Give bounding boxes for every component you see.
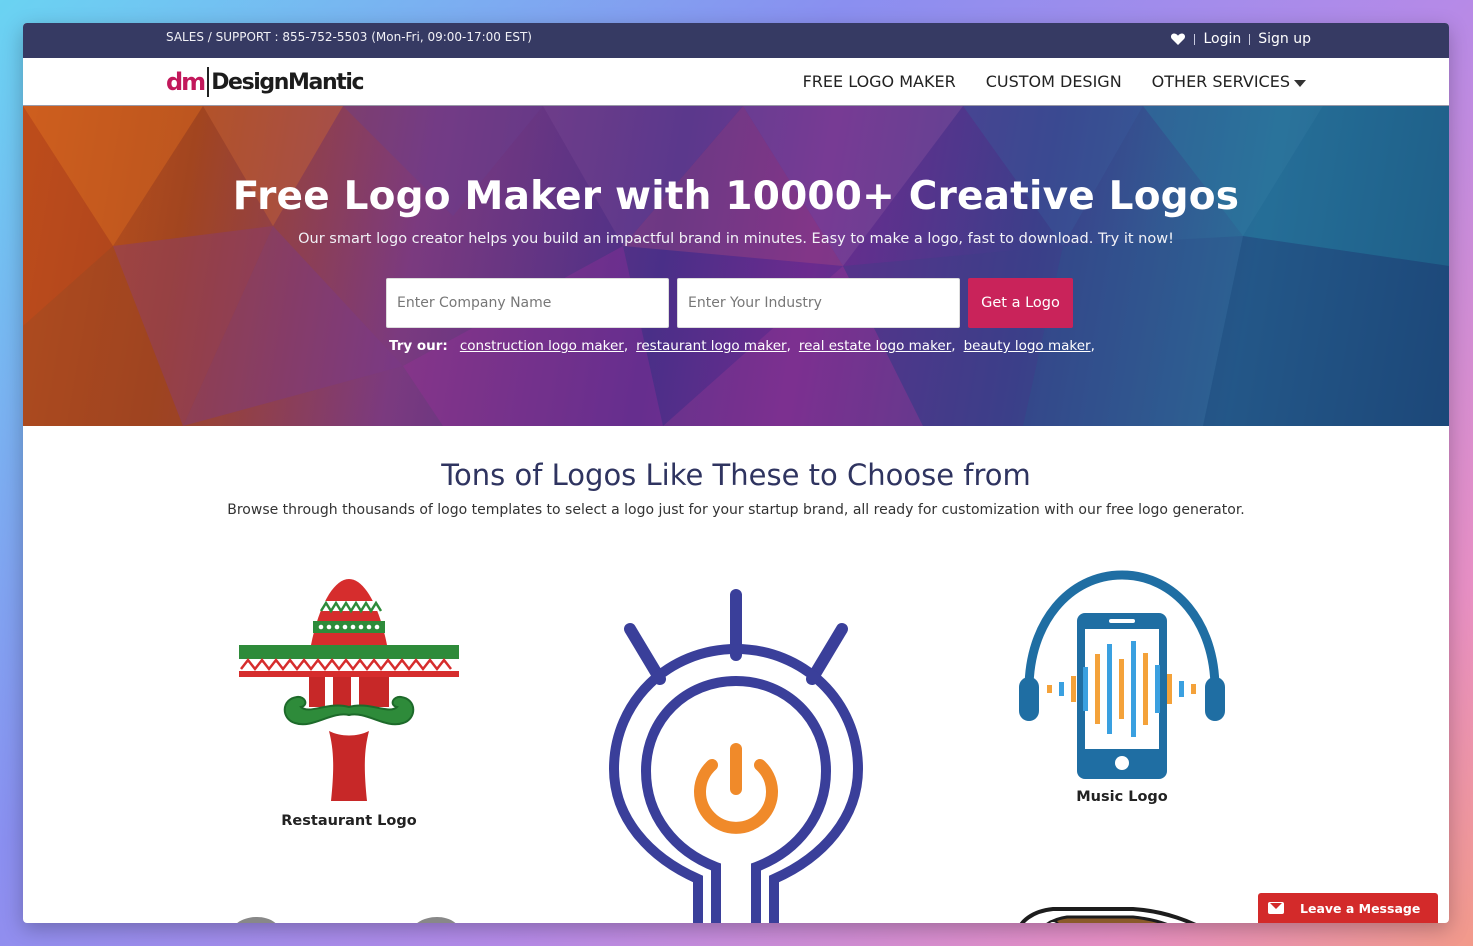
caret-down-icon bbox=[1294, 79, 1306, 87]
try-our-label: Try our: bbox=[389, 338, 448, 354]
leave-message-label: Leave a Message bbox=[1300, 900, 1421, 916]
section-title: Tons of Logos Like These to Choose from bbox=[441, 458, 1031, 492]
logos-section: Tons of Logos Like These to Choose from … bbox=[23, 458, 1449, 518]
construction-logo-maker-link[interactable]: construction logo maker bbox=[460, 338, 624, 354]
nav-free-logo-maker-label: FREE LOGO MAKER bbox=[802, 72, 956, 91]
company-name-input[interactable] bbox=[386, 278, 669, 328]
top-bar: SALES / SUPPORT : 855-752-5503 (Mon-Fri,… bbox=[23, 23, 1449, 58]
sound-bar bbox=[1131, 641, 1136, 737]
sound-bar bbox=[1095, 654, 1100, 724]
logo-divider bbox=[207, 67, 210, 97]
hero-title: Free Logo Maker with 10000+ Creative Log… bbox=[232, 174, 1240, 219]
main-navbar: dm DesignMantic FREE LOGO MAKER CUSTOM D… bbox=[23, 58, 1449, 106]
real-estate-logo-maker-link[interactable]: real estate logo maker bbox=[799, 338, 951, 354]
hero-banner: Free Logo Maker with 10000+ Creative Log… bbox=[23, 106, 1449, 426]
hero-content: Free Logo Maker with 10000+ Creative Log… bbox=[23, 106, 1449, 426]
lightbulb-power-icon bbox=[608, 589, 864, 923]
logo-mark: dm bbox=[166, 68, 206, 96]
account-links: Login Sign up bbox=[1170, 31, 1311, 47]
sound-bar bbox=[1119, 659, 1124, 719]
leave-message-button[interactable]: Leave a Message bbox=[1258, 893, 1438, 923]
nav-free-logo-maker[interactable]: FREE LOGO MAKER bbox=[803, 72, 956, 91]
sombrero-mustache-icon bbox=[239, 579, 459, 801]
gallery-item-music[interactable]: Music Logo bbox=[1015, 569, 1229, 805]
sound-bar bbox=[1071, 676, 1076, 702]
try-link-item: restaurant logo maker, bbox=[636, 338, 791, 354]
gallery-item-restaurant[interactable]: Restaurant Logo bbox=[239, 565, 459, 829]
sound-bar bbox=[1167, 674, 1172, 704]
restaurant-logo-maker-link[interactable]: restaurant logo maker bbox=[636, 338, 786, 354]
nav-other-services-label: OTHER SERVICES bbox=[1151, 72, 1290, 91]
sound-bar bbox=[1191, 684, 1196, 694]
sales-support-text: SALES / SUPPORT : 855-752-5503 (Mon-Fri,… bbox=[166, 30, 532, 44]
logo-wordmark: DesignMantic bbox=[211, 69, 364, 95]
gallery-item-partial-right[interactable] bbox=[1013, 885, 1223, 923]
hero-subtitle: Our smart logo creator helps you build a… bbox=[298, 231, 1174, 247]
industry-input[interactable] bbox=[677, 278, 960, 328]
section-subtitle: Browse through thousands of logo templat… bbox=[227, 502, 1245, 518]
sound-bar bbox=[1107, 644, 1112, 734]
try-link-item: real estate logo maker, bbox=[798, 338, 956, 354]
beauty-logo-maker-link[interactable]: beauty logo maker bbox=[964, 338, 1091, 354]
nav-other-services[interactable]: OTHER SERVICES bbox=[1152, 72, 1306, 91]
sound-bar bbox=[1179, 681, 1184, 697]
partial-logo-icon bbox=[1019, 907, 1196, 923]
login-link[interactable]: Login bbox=[1203, 31, 1241, 47]
logo-gallery: Restaurant Logo Music Logo bbox=[23, 553, 1449, 923]
nav-custom-design[interactable]: CUSTOM DESIGN bbox=[986, 72, 1122, 91]
try-our-links: Try our: construction logo maker, restau… bbox=[389, 338, 1095, 354]
signup-link[interactable]: Sign up bbox=[1258, 31, 1311, 47]
nav-menu: FREE LOGO MAKER CUSTOM DESIGN OTHER SERV… bbox=[803, 72, 1306, 91]
divider bbox=[1194, 33, 1196, 45]
divider bbox=[1249, 33, 1251, 45]
try-link-item: construction logo maker, bbox=[459, 338, 629, 354]
gallery-item-partial-left[interactable] bbox=[219, 915, 479, 923]
sound-bar bbox=[1155, 665, 1160, 713]
partial-logo-icon bbox=[237, 917, 456, 923]
gallery-caption: Music Logo bbox=[1076, 789, 1168, 805]
try-link-item: beauty logo maker, bbox=[963, 338, 1095, 354]
sound-bar bbox=[1047, 685, 1052, 693]
phone-headphones-icon bbox=[1019, 570, 1225, 779]
sound-bar bbox=[1083, 667, 1088, 711]
heart-icon[interactable] bbox=[1170, 31, 1186, 47]
gallery-caption: Restaurant Logo bbox=[281, 813, 417, 829]
browser-window: SALES / SUPPORT : 855-752-5503 (Mon-Fri,… bbox=[23, 23, 1449, 923]
logo-search-form: Get a Logo bbox=[386, 278, 1073, 328]
get-logo-button[interactable]: Get a Logo bbox=[968, 278, 1073, 328]
nav-custom-design-label: CUSTOM DESIGN bbox=[985, 72, 1122, 91]
designmantic-logo[interactable]: dm DesignMantic bbox=[166, 64, 365, 100]
envelope-icon bbox=[1268, 902, 1284, 914]
gallery-item-power-bulb[interactable] bbox=[608, 589, 864, 923]
sound-bar bbox=[1059, 682, 1064, 696]
sound-bar bbox=[1143, 653, 1148, 725]
